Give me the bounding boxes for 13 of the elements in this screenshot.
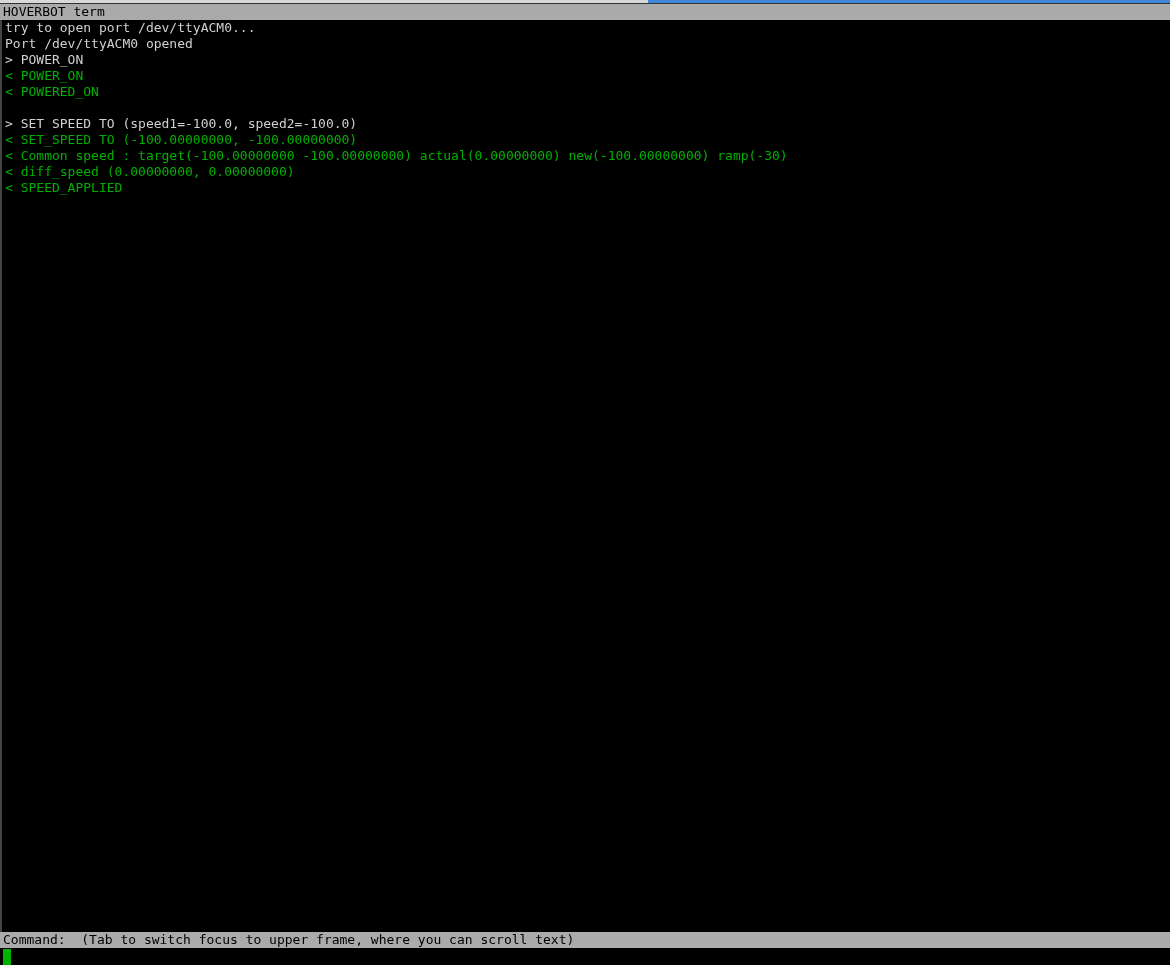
terminal-line: > SET SPEED TO (speed1=-100.0, speed2=-100.0) bbox=[5, 116, 359, 132]
terminal-line: < POWERED_ON bbox=[5, 84, 100, 100]
text-cursor[interactable] bbox=[3, 948, 11, 965]
terminal-line: < diff_speed (0.00000000, 0.00000000) bbox=[5, 164, 296, 180]
window-title: HOVERBOT term bbox=[0, 4, 1170, 20]
terminal-line: > POWER_ON bbox=[5, 52, 85, 68]
terminal-line: < POWER_ON bbox=[5, 68, 85, 84]
terminal-line: < Common speed : target(-100.00000000 -100.00000000) actual(0.00000000) new(-100.00000000) ramp(-30) bbox=[5, 148, 789, 164]
terminal-line: try to open port /dev/ttyACM0... bbox=[5, 20, 257, 36]
terminal-line: < SPEED_APPLIED bbox=[5, 180, 124, 196]
terminal-line: Port /dev/ttyACM0 opened bbox=[5, 36, 194, 52]
terminal-line: < SET_SPEED TO (-100.00000000, -100.00000000) bbox=[5, 132, 359, 148]
command-hint: Command: (Tab to switch focus to upper frame, where you can scroll text) bbox=[0, 932, 1170, 948]
